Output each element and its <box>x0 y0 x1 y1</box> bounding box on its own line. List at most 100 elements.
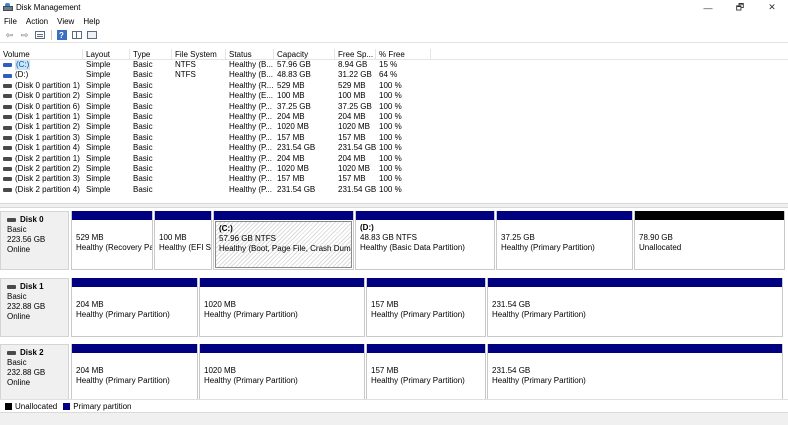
table-row[interactable]: (Disk 1 partition 4) Simple Basic Healthy (… <box>0 143 788 153</box>
partition-label <box>501 223 628 233</box>
restore-button[interactable]: 🗗 <box>724 0 756 15</box>
column-header-file-system[interactable]: File System <box>172 49 226 60</box>
partition-size: 78.90 GB <box>639 233 673 242</box>
close-button[interactable]: ✕ <box>756 0 788 15</box>
disk-name-text: Disk 1 <box>20 282 44 291</box>
partition-details: 157 MB Healthy (Primary Partition) <box>367 287 485 320</box>
table-row[interactable]: (C:) Simple Basic NTFS Healthy (B... 57.96 GB… <box>0 60 788 71</box>
volume-name: (C:) <box>15 60 31 71</box>
volume-icon <box>3 177 12 182</box>
properties-button[interactable] <box>85 30 98 41</box>
table-row[interactable]: (Disk 0 partition 6) Simple Basic Healthy (… <box>0 102 788 112</box>
cell-free-space: 157 MB <box>338 174 366 184</box>
cell-percent-free: 100 % <box>379 111 402 121</box>
cell-type: Basic <box>133 163 153 173</box>
cell-file-system: NTFS <box>175 70 196 80</box>
cell-percent-free: 100 % <box>379 184 402 194</box>
partition-block[interactable]: 529 MBHealthy (Recovery Partition) <box>71 211 153 270</box>
cell-volume: (Disk 2 partition 1) <box>0 154 83 164</box>
forward-button[interactable]: ⇨ <box>18 30 31 41</box>
partition-type-bar <box>497 211 632 220</box>
cell-type: Basic <box>133 122 153 132</box>
partition-block[interactable]: (C:) 57.96 GB NTFS Healthy (Boot, Page Fil… <box>213 211 354 270</box>
partition-details: 37.25 GB Healthy (Primary Partition) <box>497 220 632 253</box>
cell-free-space: 1020 MB <box>338 122 371 132</box>
menu-view[interactable]: View <box>57 17 74 26</box>
cell-type: Basic <box>133 174 153 184</box>
column-header-type[interactable]: Type <box>130 49 172 60</box>
cell-free-space: 37.25 GB <box>338 101 372 111</box>
column-header-layout[interactable]: Layout <box>83 49 130 60</box>
column-header-capacity[interactable]: Capacity <box>274 49 335 60</box>
column-header-percent-free[interactable]: % Free <box>376 49 431 60</box>
table-row[interactable]: (Disk 1 partition 2) Simple Basic Healthy (… <box>0 122 788 132</box>
partition-block[interactable]: 78.90 GB Unallocated <box>634 211 785 270</box>
partition-status: Healthy (EFI System Partition) <box>159 243 211 252</box>
partition-block[interactable]: 231.54 GB Healthy (Primary Partition) <box>487 344 783 403</box>
partition-block[interactable]: 157 MB Healthy (Primary Partition) <box>366 344 486 403</box>
cell-file-system <box>172 143 226 153</box>
partition-size: 37.25 GB <box>501 233 535 242</box>
table-row[interactable]: (Disk 2 partition 4) Simple Basic Healthy (… <box>0 185 788 195</box>
cell-free-space: 1020 MB <box>338 163 371 173</box>
show-hide-tree-button[interactable] <box>33 30 46 41</box>
cell-volume: (C:) <box>0 60 83 71</box>
cell-status: Healthy (P... <box>229 111 272 121</box>
cell-capacity: 204 MB <box>277 111 305 121</box>
partition-block[interactable]: 204 MB Healthy (Primary Partition) <box>71 344 198 403</box>
disk-0-partitions: 529 MBHealthy (Recovery Partition)100 MB… <box>71 211 788 270</box>
partition-block[interactable]: (D:) 48.83 GB NTFS Healthy (Basic Data Par… <box>355 211 495 270</box>
legend-label-unallocated: Unallocated <box>15 401 58 411</box>
back-button[interactable]: ⇦ <box>3 30 16 41</box>
table-row[interactable]: (Disk 2 partition 1) Simple Basic Healthy (… <box>0 154 788 164</box>
partition-block[interactable]: 157 MB Healthy (Primary Partition) <box>366 278 486 337</box>
menu-file[interactable]: File <box>4 17 17 26</box>
partition-type-bar <box>367 344 485 353</box>
volume-rows: (C:) Simple Basic NTFS Healthy (B... 57.96 GB… <box>0 60 788 195</box>
partition-block[interactable]: 204 MB Healthy (Primary Partition) <box>71 278 198 337</box>
column-header-free-space[interactable]: Free Sp... <box>335 49 376 60</box>
partition-block[interactable]: 100 MBHealthy (EFI System Partition) <box>154 211 212 270</box>
partition-block[interactable]: 231.54 GB Healthy (Primary Partition) <box>487 278 783 337</box>
table-row[interactable]: (Disk 2 partition 2) Simple Basic Healthy (… <box>0 164 788 174</box>
minimize-button[interactable]: — <box>692 0 724 15</box>
cell-volume: (Disk 1 partition 3) <box>0 133 83 143</box>
volume-icon <box>3 63 12 68</box>
partition-block[interactable]: 37.25 GB Healthy (Primary Partition) <box>496 211 633 270</box>
column-header-status[interactable]: Status <box>226 49 274 60</box>
table-row[interactable]: (D:) Simple Basic NTFS Healthy (B... 48.83 GB… <box>0 70 788 80</box>
partition-size: 204 MB <box>76 300 104 309</box>
volume-name: (Disk 2 partition 4) <box>15 184 80 194</box>
help-button[interactable]: ? <box>55 30 68 41</box>
disk-info-1[interactable]: Disk 1 Basic 232.88 GB Online <box>0 278 69 337</box>
disk-info-0[interactable]: Disk 0 Basic 223.56 GB Online <box>0 211 69 270</box>
menu-help[interactable]: Help <box>83 17 99 26</box>
partition-details: 231.54 GB Healthy (Primary Partition) <box>488 353 782 386</box>
cell-type: Basic <box>133 91 153 101</box>
partition-status: Healthy (Primary Partition) <box>371 310 465 319</box>
table-row[interactable]: (Disk 1 partition 3) Simple Basic Healthy (… <box>0 133 788 143</box>
volume-name: (Disk 1 partition 4) <box>15 143 80 153</box>
cell-type: Basic <box>133 143 153 153</box>
column-header-volume[interactable]: Volume <box>0 49 83 60</box>
cell-volume: (Disk 2 partition 4) <box>0 185 83 195</box>
partition-details: (D:) 48.83 GB NTFS Healthy (Basic Data Par… <box>356 220 494 253</box>
partition-status: Healthy (Primary Partition) <box>76 310 170 319</box>
view-button[interactable] <box>70 30 83 41</box>
volume-list: Volume Layout Type File System Status Ca… <box>0 49 788 203</box>
partition-details: 231.54 GB Healthy (Primary Partition) <box>488 287 782 320</box>
cell-status: Healthy (P... <box>229 143 272 153</box>
cell-percent-free: 64 % <box>379 70 398 80</box>
volume-name: (Disk 1 partition 1) <box>15 111 80 121</box>
menu-action[interactable]: Action <box>26 17 48 26</box>
partition-block[interactable]: 1020 MB Healthy (Primary Partition) <box>199 278 365 337</box>
table-row[interactable]: (Disk 1 partition 1) Simple Basic Healthy (… <box>0 112 788 122</box>
table-row[interactable]: (Disk 0 partition 1) Simple Basic Healthy (… <box>0 81 788 91</box>
partition-block[interactable]: 1020 MB Healthy (Primary Partition) <box>199 344 365 403</box>
disk-info-2[interactable]: Disk 2 Basic 232.88 GB Online <box>0 344 69 403</box>
cell-percent-free: 100 % <box>379 122 402 132</box>
table-row[interactable]: (Disk 2 partition 3) Simple Basic Healthy (… <box>0 174 788 184</box>
volume-name: (Disk 0 partition 2) <box>15 91 80 101</box>
disk-row-0: Disk 0 Basic 223.56 GB Online 529 MB Heal… <box>0 211 788 270</box>
table-row[interactable]: (Disk 0 partition 2) Simple Basic Healthy (… <box>0 91 788 101</box>
